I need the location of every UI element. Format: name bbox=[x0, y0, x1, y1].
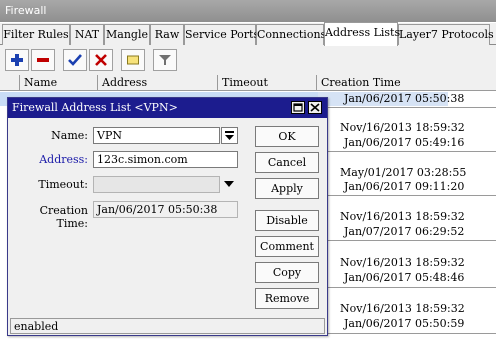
disable-button[interactable]: Disable bbox=[255, 210, 319, 231]
name-label: Name: bbox=[51, 129, 88, 142]
creation-time-cell: Jan/06/2017 05:49:16 bbox=[344, 136, 465, 149]
funnel-icon bbox=[159, 55, 171, 65]
address-list-dialog: Firewall Address List <VPN> Name: VPN Ad… bbox=[7, 97, 328, 336]
check-icon bbox=[68, 54, 82, 66]
creation-time-cell: Jan/06/2017 05:50:59 bbox=[344, 317, 465, 330]
tab-filter-rules[interactable]: Filter Rules bbox=[2, 24, 70, 45]
remove-button[interactable] bbox=[31, 49, 55, 71]
add-button[interactable] bbox=[5, 49, 29, 71]
tab-connections[interactable]: Connections bbox=[256, 24, 326, 45]
comment-button[interactable]: Comment bbox=[255, 236, 319, 257]
chevron-down-icon bbox=[225, 131, 234, 140]
creation-time-cell: May/01/2017 03:28:55 bbox=[340, 166, 467, 179]
tab-nat[interactable]: NAT bbox=[70, 24, 104, 45]
status-bar: enabled bbox=[10, 318, 325, 334]
dialog-title-bar[interactable]: Firewall Address List <VPN> bbox=[8, 98, 327, 118]
dialog-title: Firewall Address List <VPN> bbox=[12, 101, 178, 114]
timeout-dropdown-icon[interactable] bbox=[224, 178, 234, 191]
remove-button[interactable]: Remove bbox=[255, 288, 319, 309]
creation-time-cell: Jan/06/2017 05:48:46 bbox=[344, 271, 465, 284]
row-divider bbox=[318, 333, 496, 334]
header-name[interactable]: Name bbox=[19, 75, 97, 91]
minus-icon bbox=[37, 58, 49, 62]
tab-layer7-protocols[interactable]: Layer7 Protocols bbox=[398, 24, 494, 45]
window-title-bar: Firewall bbox=[0, 0, 496, 22]
creation-time-cell: Jan/07/2017 06:29:52 bbox=[344, 225, 465, 238]
header-timeout[interactable]: Timeout bbox=[217, 75, 316, 91]
disable-toolbar-button[interactable] bbox=[89, 49, 113, 71]
header-address[interactable]: Address bbox=[97, 75, 217, 91]
cross-icon bbox=[95, 54, 107, 66]
note-icon bbox=[127, 55, 139, 65]
row-divider bbox=[318, 195, 496, 196]
timeout-label: Timeout: bbox=[38, 178, 88, 191]
tab-raw[interactable]: Raw bbox=[150, 24, 184, 45]
creation-time-cell: Nov/16/2013 18:59:32 bbox=[340, 210, 465, 223]
toolbar bbox=[0, 45, 496, 75]
copy-button[interactable]: Copy bbox=[255, 262, 319, 283]
creation-time-field: Jan/06/2017 05:50:38 bbox=[93, 201, 238, 218]
name-field[interactable]: VPN bbox=[93, 127, 220, 144]
filter-button[interactable] bbox=[153, 49, 177, 71]
row-divider bbox=[318, 151, 496, 152]
close-icon[interactable] bbox=[308, 101, 322, 114]
tab-mangle[interactable]: Mangle bbox=[104, 24, 150, 45]
window-title: Firewall bbox=[5, 4, 47, 17]
creation-time-cell: Jan/06/2017 09:11:20 bbox=[344, 180, 465, 193]
tab-address-lists[interactable]: Address Lists bbox=[324, 22, 400, 46]
row-divider bbox=[318, 287, 496, 288]
name-dropdown-button[interactable] bbox=[221, 127, 238, 144]
tab-service-ports[interactable]: Service Ports bbox=[184, 24, 259, 45]
tab-bar: Filter Rules NAT Mangle Raw Service Port… bbox=[0, 22, 496, 46]
timeout-field[interactable] bbox=[93, 176, 220, 193]
cancel-button[interactable]: Cancel bbox=[255, 152, 319, 173]
row-divider bbox=[318, 240, 496, 241]
creation-time-label: Creation Time: bbox=[39, 204, 88, 230]
creation-time-cell: Nov/16/2013 18:59:32 bbox=[340, 302, 465, 315]
apply-button[interactable]: Apply bbox=[255, 178, 319, 199]
plus-icon bbox=[11, 54, 23, 66]
creation-time-cell: Nov/16/2013 18:59:32 bbox=[340, 256, 465, 269]
ok-button[interactable]: OK bbox=[255, 126, 319, 147]
row-divider bbox=[318, 107, 496, 108]
address-label: Address: bbox=[39, 153, 88, 166]
header-flags bbox=[0, 75, 19, 91]
table-header: Name Address Timeout Creation Time bbox=[0, 75, 496, 91]
maximize-icon[interactable] bbox=[291, 101, 305, 114]
comment-toolbar-button[interactable] bbox=[121, 49, 145, 71]
header-creation-time[interactable]: Creation Time bbox=[316, 75, 496, 91]
creation-time-cell: Nov/16/2013 18:59:32 bbox=[340, 121, 465, 134]
creation-time-cell: Jan/06/2017 05:50:38 bbox=[344, 92, 465, 105]
enable-button[interactable] bbox=[63, 49, 87, 71]
address-field[interactable]: 123c.simon.com bbox=[93, 151, 238, 168]
